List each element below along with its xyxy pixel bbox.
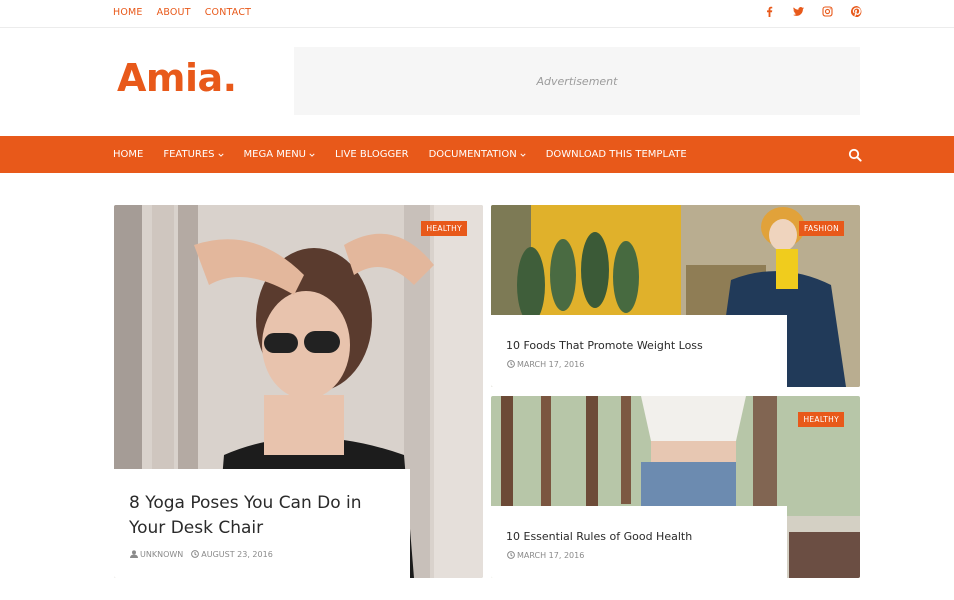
- top-nav-contact[interactable]: CONTACT: [205, 7, 251, 18]
- menu-item-label: LIVE BLOGGER: [335, 149, 409, 160]
- author-name: UNKNOWN: [140, 550, 184, 559]
- top-bar: HOME ABOUT CONTACT: [0, 0, 954, 28]
- menu-item-label: MEGA MENU: [243, 149, 306, 160]
- post-title-fashion[interactable]: 10 Foods That Promote Weight Loss: [506, 339, 703, 352]
- category-badge[interactable]: HEALTHY: [421, 221, 467, 236]
- category-badge[interactable]: HEALTHY: [798, 412, 844, 427]
- menu-item-features[interactable]: FEATURES: [163, 149, 224, 160]
- post-title-healthy[interactable]: 10 Essential Rules of Good Health: [506, 530, 692, 543]
- date-text: AUGUST 23, 2016: [201, 550, 273, 559]
- menu-item-download-template[interactable]: DOWNLOAD THIS TEMPLATE: [546, 149, 687, 160]
- advertisement-label: Advertisement: [536, 74, 618, 88]
- site-logo[interactable]: Amia.: [117, 56, 237, 100]
- post-author[interactable]: UNKNOWN: [130, 550, 183, 559]
- post-panel-healthy: 10 Essential Rules of Good Health MARCH …: [491, 506, 787, 578]
- clock-icon: [507, 360, 515, 368]
- category-badge[interactable]: FASHION: [799, 221, 844, 236]
- menu-item-label: HOME: [113, 149, 144, 160]
- featured-post-title[interactable]: 8 Yoga Poses You Can Do in Your Desk Cha…: [129, 491, 399, 541]
- top-nav-home[interactable]: HOME: [113, 7, 143, 18]
- menu-item-live-blogger[interactable]: LIVE BLOGGER: [335, 149, 409, 160]
- menu-item-label: FEATURES: [163, 149, 215, 160]
- chevron-down-icon: [217, 153, 224, 157]
- date-text: MARCH 17, 2016: [517, 551, 585, 560]
- clock-icon: [191, 550, 200, 558]
- post-meta-healthy: MARCH 17, 2016: [507, 551, 584, 560]
- search-icon[interactable]: [848, 148, 862, 162]
- clock-icon: [507, 551, 515, 559]
- main-nav: HOME FEATURES MEGA MENU LIVE BLOGGER DOC…: [0, 136, 954, 173]
- post-date: MARCH 17, 2016: [507, 360, 584, 369]
- menu-item-mega-menu[interactable]: MEGA MENU: [244, 149, 315, 160]
- date-text: MARCH 17, 2016: [517, 360, 585, 369]
- post-panel-fashion: 10 Foods That Promote Weight Loss MARCH …: [491, 315, 787, 387]
- instagram-icon[interactable]: [822, 6, 833, 17]
- user-icon: [130, 550, 138, 558]
- twitter-icon[interactable]: [793, 6, 804, 17]
- post-card-healthy[interactable]: HEALTHY 10 Essential Rules of Good Healt…: [491, 396, 860, 578]
- post-meta-fashion: MARCH 17, 2016: [507, 360, 584, 369]
- advertisement-banner[interactable]: Advertisement: [294, 47, 860, 115]
- post-date: MARCH 17, 2016: [507, 551, 584, 560]
- top-nav: HOME ABOUT CONTACT: [113, 7, 251, 18]
- featured-post-panel: 8 Yoga Poses You Can Do in Your Desk Cha…: [114, 469, 410, 578]
- facebook-icon[interactable]: [764, 6, 775, 17]
- social-links: [764, 6, 862, 17]
- chevron-down-icon: [520, 153, 526, 157]
- pinterest-icon[interactable]: [851, 6, 862, 17]
- menu-item-label: DOWNLOAD THIS TEMPLATE: [545, 149, 687, 160]
- post-date: AUGUST 23, 2016: [191, 550, 273, 559]
- menu-item-label: DOCUMENTATION: [428, 149, 517, 160]
- chevron-down-icon: [309, 153, 315, 157]
- featured-post-card[interactable]: HEALTHY 8 Yoga Poses You Can Do in Your …: [114, 205, 483, 578]
- menu-item-documentation[interactable]: DOCUMENTATION: [429, 149, 526, 160]
- featured-post-meta: UNKNOWN AUGUST 23, 2016: [130, 550, 273, 559]
- main-menu: HOME FEATURES MEGA MENU LIVE BLOGGER DOC…: [113, 136, 687, 173]
- post-card-fashion[interactable]: FASHION 10 Foods That Promote Weight Los…: [491, 205, 860, 387]
- menu-item-home[interactable]: HOME: [113, 149, 143, 160]
- top-nav-about[interactable]: ABOUT: [157, 7, 191, 18]
